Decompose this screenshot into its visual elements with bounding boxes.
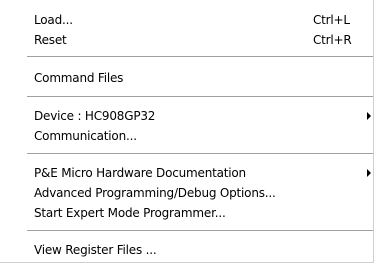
menu-separator — [27, 230, 373, 232]
submenu-arrow-icon — [367, 112, 371, 120]
menu-item-load[interactable]: Load... Ctrl+L — [0, 10, 373, 30]
menu-item-label: Communication... — [34, 129, 137, 143]
menu-item-label: Device : HC908GP32 — [34, 109, 156, 123]
context-menu: Load... Ctrl+L Reset Ctrl+R Command File… — [0, 0, 374, 263]
menu-item-advanced-options[interactable]: Advanced Programming/Debug Options... — [0, 183, 373, 203]
submenu-arrow-icon — [367, 169, 371, 177]
menu-separator — [27, 96, 373, 98]
menu-separator — [27, 153, 373, 155]
menu-item-label: Command Files — [34, 71, 124, 85]
menu-item-view-register-files[interactable]: View Register Files ... — [0, 240, 373, 260]
menu-item-reset[interactable]: Reset Ctrl+R — [0, 30, 373, 50]
menu-item-label: Advanced Programming/Debug Options... — [34, 186, 276, 200]
menu-item-shortcut: Ctrl+L — [313, 13, 350, 27]
menu-item-command-files[interactable]: Command Files — [0, 68, 373, 88]
menu-item-communication[interactable]: Communication... — [0, 126, 373, 146]
menu-item-label: View Register Files ... — [34, 243, 157, 257]
menu-item-label: Start Expert Mode Programmer... — [34, 206, 226, 220]
menu-item-shortcut: Ctrl+R — [313, 33, 352, 47]
menu-item-label: Reset — [34, 33, 67, 47]
menu-item-label: P&E Micro Hardware Documentation — [34, 166, 246, 180]
menu-item-device[interactable]: Device : HC908GP32 — [0, 106, 373, 126]
menu-separator — [27, 56, 373, 58]
menu-item-hardware-documentation[interactable]: P&E Micro Hardware Documentation — [0, 163, 373, 183]
menu-item-expert-mode-programmer[interactable]: Start Expert Mode Programmer... — [0, 203, 373, 223]
menu-item-label: Load... — [34, 13, 73, 27]
